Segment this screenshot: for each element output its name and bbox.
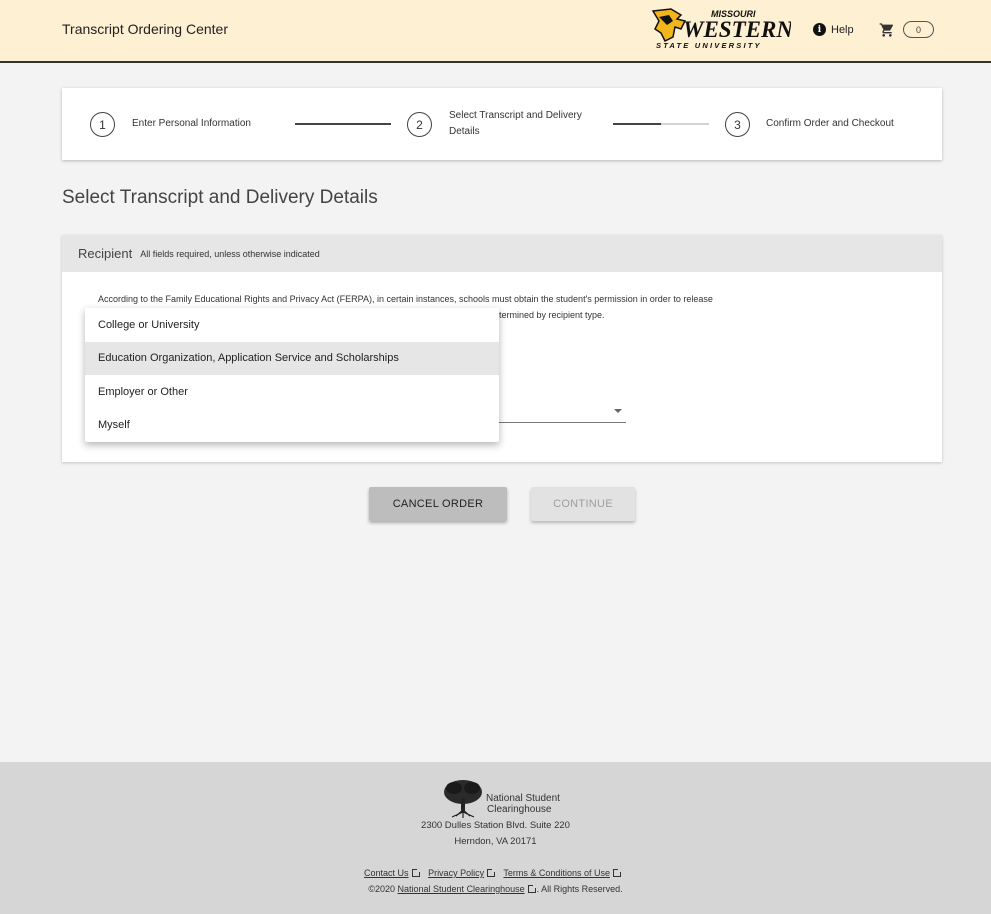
tree-logo-icon — [444, 780, 482, 818]
copyright: ©2020 National Student Clearinghouse . Al… — [0, 884, 991, 894]
page-footer: National Student Clearinghouse 2300 Dull… — [0, 762, 991, 914]
step-3-circle: 3 — [725, 112, 750, 137]
footer-links: Contact Us Privacy Policy Terms & Condit… — [0, 868, 991, 878]
address-line-2: Herndon, VA 20171 — [454, 836, 537, 847]
step-3-label: Confirm Order and Checkout — [766, 118, 894, 129]
info-icon: i — [813, 23, 826, 36]
cancel-order-button[interactable]: CANCEL ORDER — [369, 487, 507, 521]
dropdown-arrow-icon[interactable] — [614, 409, 622, 413]
privacy-policy-link[interactable]: Privacy Policy — [428, 868, 484, 878]
recipient-type-select-underline[interactable] — [499, 422, 626, 423]
recipient-type-dropdown-menu: College or University Education Organiza… — [85, 308, 499, 442]
dropdown-option-myself[interactable]: Myself — [85, 409, 499, 443]
nsc-name-line-1: National Student — [486, 793, 560, 804]
dropdown-option-education-organization[interactable]: Education Organization, Application Serv… — [85, 341, 499, 375]
page-title: Select Transcript and Delivery Details — [62, 187, 378, 208]
dropdown-option-employer[interactable]: Employer or Other — [85, 375, 499, 409]
help-label: Help — [831, 23, 854, 36]
step-2-circle: 2 — [407, 112, 432, 137]
external-link-icon — [612, 868, 622, 877]
svg-text:STATE UNIVERSITY: STATE UNIVERSITY — [656, 41, 762, 50]
step-connector-1 — [295, 123, 391, 125]
svg-text:WESTERN: WESTERN — [683, 17, 791, 42]
step-connector-2 — [613, 123, 709, 125]
external-link-icon — [487, 868, 497, 877]
app-title: Transcript Ordering Center — [62, 21, 228, 37]
copyright-suffix: . All Rights Reserved. — [536, 884, 623, 894]
step-1-label: Enter Personal Information — [132, 118, 251, 129]
ferpa-line-1: According to the Family Educational Righ… — [98, 294, 713, 304]
missouri-western-logo: MISSOURI WESTERN STATE UNIVERSITY — [651, 8, 791, 50]
address-line-1: 2300 Dulles Station Blvd. Suite 220 — [421, 820, 570, 831]
contact-us-link[interactable]: Contact Us — [364, 868, 409, 878]
terms-link[interactable]: Terms & Conditions of Use — [503, 868, 610, 878]
step-2-label: Select Transcript and Delivery Details — [449, 110, 582, 137]
step-connector-1-fill — [295, 123, 391, 125]
external-link-icon — [411, 868, 421, 877]
nsc-name: National Student Clearinghouse — [486, 793, 560, 815]
cart-count-badge[interactable]: 0 — [903, 21, 934, 38]
recipient-title: Recipient — [78, 246, 133, 261]
help-link[interactable]: i Help — [813, 23, 854, 36]
shopping-cart-icon[interactable] — [879, 22, 895, 38]
app-header: Transcript Ordering Center MISSOURI WEST… — [0, 0, 991, 63]
dropdown-option-college[interactable]: College or University — [85, 308, 499, 342]
step-connector-2-fill — [613, 123, 661, 125]
copyright-year: ©2020 — [368, 884, 395, 894]
recipient-card-header: Recipient All fields required, unless ot… — [62, 235, 942, 272]
nsc-name-line-2: Clearinghouse — [487, 804, 552, 815]
continue-button[interactable]: CONTINUE — [531, 487, 635, 521]
progress-stepper: 1 Enter Personal Information 2 Select Tr… — [62, 88, 942, 160]
external-link-icon — [527, 884, 537, 893]
step-1-circle: 1 — [90, 112, 115, 137]
required-fields-note: All fields required, unless otherwise in… — [140, 248, 320, 259]
nsc-home-link[interactable]: National Student Clearinghouse — [398, 884, 525, 894]
